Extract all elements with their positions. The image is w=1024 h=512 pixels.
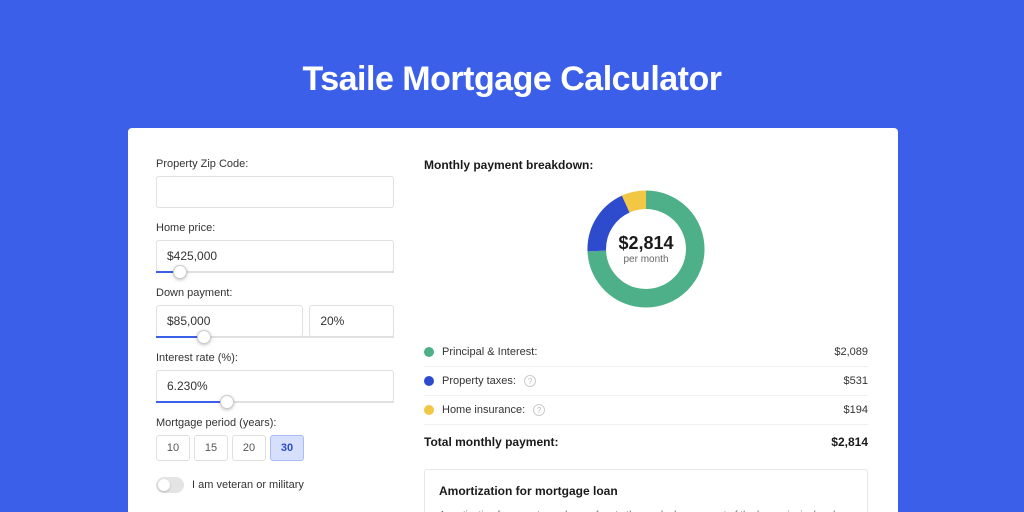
page-background: Tsaile Mortgage Calculator Property Zip … [0, 0, 1024, 512]
donut-sub: per month [623, 254, 668, 265]
donut-center: $2,814 per month [581, 184, 711, 314]
info-icon[interactable]: ? [524, 375, 536, 387]
legend-insurance-value: $194 [844, 404, 868, 416]
veteran-row: I am veteran or military [156, 477, 394, 493]
legend-insurance-label: Home insurance: [442, 404, 525, 416]
down-label: Down payment: [156, 287, 394, 299]
donut-chart-wrap: $2,814 per month [424, 184, 868, 314]
price-label: Home price: [156, 222, 394, 234]
period-30-button[interactable]: 30 [270, 435, 304, 461]
info-icon[interactable]: ? [533, 404, 545, 416]
rate-slider[interactable] [156, 401, 394, 403]
inputs-column: Property Zip Code: Home price: Down paym… [156, 158, 394, 498]
total-row: Total monthly payment: $2,814 [424, 425, 868, 463]
down-slider[interactable] [156, 336, 394, 338]
breakdown-column: Monthly payment breakdown: $2,814 per mo… [422, 158, 870, 498]
donut-chart: $2,814 per month [581, 184, 711, 314]
legend-taxes: Property taxes: ? $531 [424, 367, 868, 396]
legend-taxes-label: Property taxes: [442, 375, 516, 387]
veteran-toggle[interactable] [156, 477, 184, 493]
page-title: Tsaile Mortgage Calculator [0, 60, 1024, 99]
price-slider[interactable] [156, 271, 394, 273]
price-slider-thumb[interactable] [173, 265, 187, 279]
total-value: $2,814 [831, 435, 868, 449]
amortization-heading: Amortization for mortgage loan [439, 484, 853, 498]
period-label: Mortgage period (years): [156, 417, 394, 429]
rate-slider-thumb[interactable] [220, 395, 234, 409]
period-15-button[interactable]: 15 [194, 435, 228, 461]
legend-principal: Principal & Interest: $2,089 [424, 338, 868, 367]
rate-group: Interest rate (%): [156, 352, 394, 403]
down-group: Down payment: [156, 287, 394, 338]
legend-principal-label: Principal & Interest: [442, 346, 537, 358]
period-10-button[interactable]: 10 [156, 435, 190, 461]
zip-group: Property Zip Code: [156, 158, 394, 208]
rate-input[interactable] [156, 370, 394, 402]
period-group: Mortgage period (years): 10 15 20 30 [156, 417, 394, 461]
rate-label: Interest rate (%): [156, 352, 394, 364]
dot-icon [424, 405, 434, 415]
down-percent-input[interactable] [309, 305, 394, 337]
veteran-label: I am veteran or military [192, 479, 304, 491]
donut-amount: $2,814 [618, 233, 673, 254]
calculator-card: Property Zip Code: Home price: Down paym… [128, 128, 898, 512]
price-group: Home price: [156, 222, 394, 273]
dot-icon [424, 376, 434, 386]
legend-insurance: Home insurance: ? $194 [424, 396, 868, 425]
total-label: Total monthly payment: [424, 435, 558, 449]
amortization-section: Amortization for mortgage loan Amortizat… [424, 469, 868, 512]
legend-principal-value: $2,089 [834, 346, 868, 358]
zip-input[interactable] [156, 176, 394, 208]
period-20-button[interactable]: 20 [232, 435, 266, 461]
down-amount-input[interactable] [156, 305, 303, 337]
period-buttons: 10 15 20 30 [156, 435, 394, 461]
dot-icon [424, 347, 434, 357]
price-input[interactable] [156, 240, 394, 272]
down-slider-thumb[interactable] [197, 330, 211, 344]
legend-taxes-value: $531 [844, 375, 868, 387]
amortization-text: Amortization for a mortgage loan refers … [439, 508, 853, 512]
breakdown-heading: Monthly payment breakdown: [424, 158, 868, 172]
zip-label: Property Zip Code: [156, 158, 394, 170]
